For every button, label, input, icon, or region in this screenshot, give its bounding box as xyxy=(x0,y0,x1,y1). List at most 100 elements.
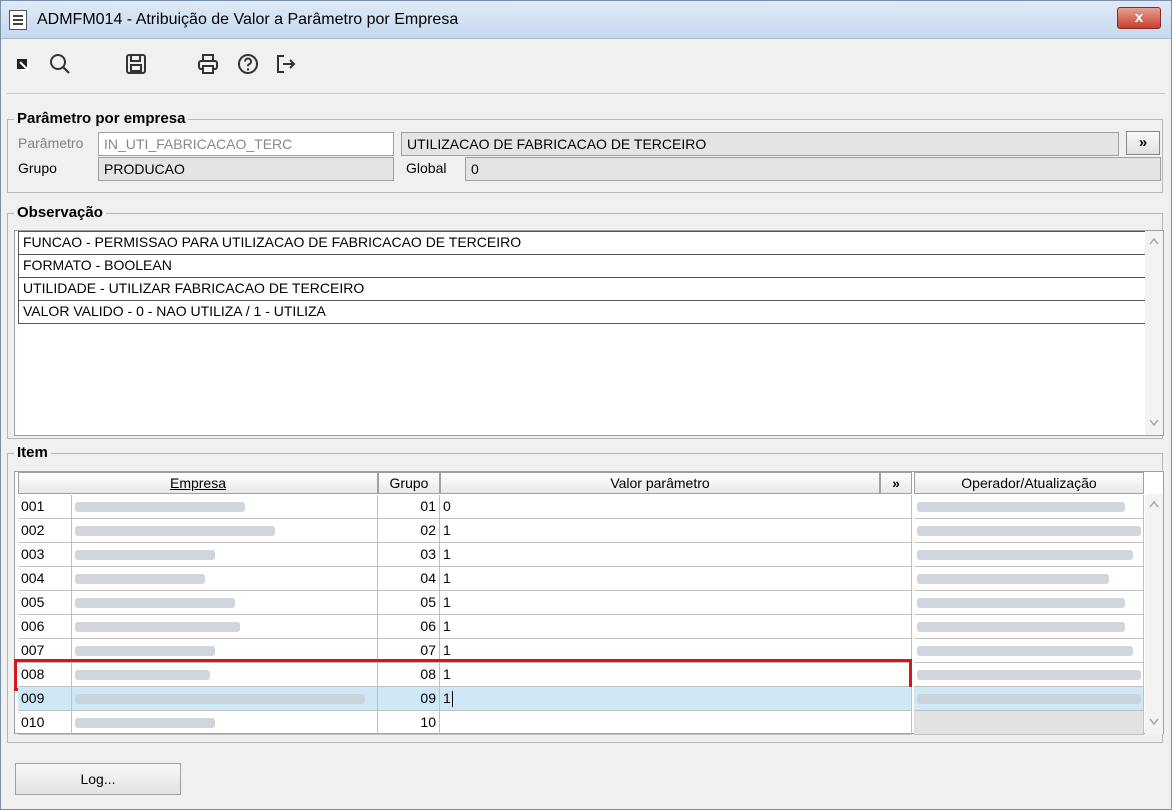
grupo-cell: 05 xyxy=(378,591,440,615)
table-row[interactable]: 002 02 1 xyxy=(15,519,1147,543)
scroll-down-icon[interactable] xyxy=(1149,718,1159,726)
table-row[interactable]: 003 03 1 xyxy=(15,543,1147,567)
row-number: 008 xyxy=(18,663,72,687)
valor-cell[interactable]: 1 xyxy=(440,519,912,543)
scroll-up-icon[interactable] xyxy=(1149,237,1159,245)
column-header-empresa-label: Empresa xyxy=(169,475,227,491)
empresa-cell[interactable] xyxy=(72,639,378,663)
print-icon[interactable] xyxy=(195,51,221,77)
valor-text: 1 xyxy=(443,570,451,586)
redacted-empresa xyxy=(75,622,240,633)
scroll-down-icon[interactable] xyxy=(1149,419,1159,427)
global-field: 0 xyxy=(465,157,1161,181)
log-button[interactable]: Log... xyxy=(15,763,181,795)
valor-cell[interactable]: 1 xyxy=(440,663,912,687)
redacted-empresa xyxy=(75,502,245,513)
redacted-operador xyxy=(917,694,1141,705)
redacted-operador xyxy=(917,622,1125,633)
redacted-empresa xyxy=(75,646,215,657)
redacted-operador xyxy=(917,550,1133,561)
grupo-cell: 01 xyxy=(378,495,440,519)
empresa-cell[interactable] xyxy=(72,495,378,519)
parametro-field[interactable]: IN_UTI_FABRICACAO_TERC xyxy=(98,132,394,156)
table-row[interactable]: 006 06 1 xyxy=(15,615,1147,639)
item-grid: Empresa Grupo Valor parâmetro » Operador… xyxy=(14,471,1164,735)
exit-icon[interactable] xyxy=(273,51,299,77)
table-row[interactable]: 007 07 1 xyxy=(15,639,1147,663)
table-row[interactable]: 001 01 0 xyxy=(15,495,1147,519)
observacao-textarea[interactable]: FUNCAO - PERMISSAO PARA UTILIZACAO DE FA… xyxy=(14,230,1164,436)
table-row[interactable]: 009 09 1 xyxy=(15,687,1147,711)
item-legend: Item xyxy=(14,444,51,461)
redacted-operador xyxy=(917,670,1141,681)
redacted-empresa xyxy=(75,574,205,585)
redacted-empresa xyxy=(75,670,210,681)
operador-cell xyxy=(914,615,1144,639)
scroll-up-icon[interactable] xyxy=(1149,500,1159,508)
grupo-cell: 10 xyxy=(378,711,440,735)
grupo-label: Grupo xyxy=(18,160,57,176)
valor-cell[interactable]: 1 xyxy=(440,591,912,615)
grupo-cell: 03 xyxy=(378,543,440,567)
column-more-button[interactable]: » xyxy=(880,472,912,494)
toolbar-separator xyxy=(7,93,1165,94)
valor-cell[interactable]: 0 xyxy=(440,495,912,519)
operador-cell xyxy=(914,543,1144,567)
help-icon[interactable] xyxy=(235,51,261,77)
app-window: ADMFM014 - Atribuição de Valor a Parâmet… xyxy=(0,0,1172,810)
empresa-cell[interactable] xyxy=(72,663,378,687)
table-row[interactable]: 004 04 1 xyxy=(15,567,1147,591)
operador-cell xyxy=(914,711,1144,735)
valor-cell[interactable] xyxy=(440,711,912,735)
valor-text: 1 xyxy=(443,642,451,658)
redacted-empresa xyxy=(75,550,215,561)
grupo-field: PRODUCAO xyxy=(98,157,394,181)
valor-text: 1 xyxy=(443,594,451,610)
redacted-empresa xyxy=(75,718,215,729)
empresa-cell[interactable] xyxy=(72,615,378,639)
observacao-legend: Observação xyxy=(14,204,106,221)
grupo-cell: 07 xyxy=(378,639,440,663)
column-header-valor[interactable]: Valor parâmetro xyxy=(440,472,880,494)
column-header-empresa[interactable]: Empresa xyxy=(18,472,378,494)
operador-cell xyxy=(914,591,1144,615)
empresa-cell[interactable] xyxy=(72,711,378,735)
column-header-grupo[interactable]: Grupo xyxy=(378,472,440,494)
parametro-more-button[interactable]: » xyxy=(1126,131,1160,155)
valor-cell[interactable]: 1 xyxy=(440,543,912,567)
row-number: 002 xyxy=(18,519,72,543)
item-scrollbar[interactable] xyxy=(1145,494,1163,734)
document-icon xyxy=(9,10,27,30)
valor-text: 1 xyxy=(443,618,451,634)
grupo-cell: 08 xyxy=(378,663,440,687)
valor-cell[interactable]: 1 xyxy=(440,687,912,711)
column-header-operador[interactable]: Operador/Atualização xyxy=(914,472,1144,494)
observacao-line: UTILIDADE - UTILIZAR FABRICACAO DE TERCE… xyxy=(18,277,1146,301)
valor-text: 0 xyxy=(443,498,451,514)
redacted-operador xyxy=(917,646,1133,657)
row-number: 001 xyxy=(18,495,72,519)
search-icon[interactable] xyxy=(47,51,73,77)
table-row[interactable]: 005 05 1 xyxy=(15,591,1147,615)
save-icon[interactable] xyxy=(123,51,149,77)
item-group: Item Empresa Grupo Valor parâmetro » Ope… xyxy=(7,444,1164,743)
table-row[interactable]: 010 10 xyxy=(15,711,1147,735)
empresa-cell[interactable] xyxy=(72,543,378,567)
row-number: 004 xyxy=(18,567,72,591)
global-label: Global xyxy=(406,160,447,176)
observacao-scrollbar[interactable] xyxy=(1145,231,1163,435)
valor-text: 1 xyxy=(443,666,451,682)
valor-cell[interactable]: 1 xyxy=(440,615,912,639)
redacted-operador xyxy=(917,574,1109,585)
close-button[interactable]: x xyxy=(1117,7,1161,29)
redacted-operador xyxy=(917,526,1141,537)
empresa-cell[interactable] xyxy=(72,687,378,711)
table-row[interactable]: 008 08 1 xyxy=(15,663,1147,687)
select-arrow-icon[interactable] xyxy=(11,51,37,77)
empresa-cell[interactable] xyxy=(72,519,378,543)
empresa-cell[interactable] xyxy=(72,591,378,615)
valor-cell[interactable]: 1 xyxy=(440,639,912,663)
toolbar xyxy=(1,41,1171,91)
valor-cell[interactable]: 1 xyxy=(440,567,912,591)
empresa-cell[interactable] xyxy=(72,567,378,591)
